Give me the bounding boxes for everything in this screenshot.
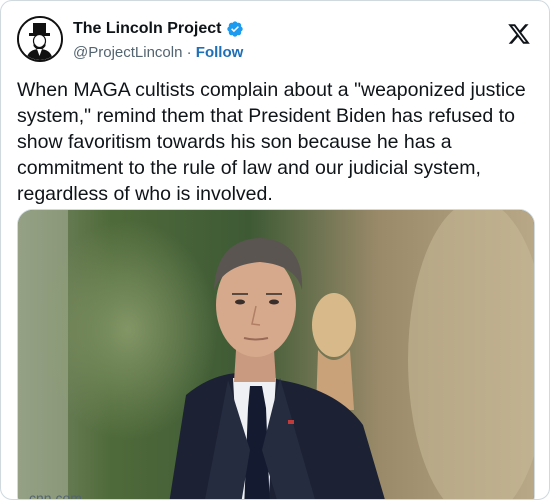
follow-button[interactable]: Follow bbox=[196, 44, 244, 61]
name-row: The Lincoln Project bbox=[73, 20, 244, 38]
verified-badge-icon bbox=[227, 21, 244, 37]
avatar[interactable] bbox=[17, 16, 63, 62]
display-name[interactable]: The Lincoln Project bbox=[73, 20, 221, 38]
tweet-media-photo[interactable] bbox=[17, 209, 535, 499]
tweet-header: The Lincoln Project @ProjectLincoln · Fo… bbox=[17, 14, 533, 62]
handle-row: @ProjectLincoln · Follow bbox=[73, 44, 243, 61]
photo-image bbox=[18, 210, 534, 499]
link-card-domain[interactable]: cnn.com bbox=[29, 490, 82, 499]
tweet-text: When MAGA cultists complain about a "wea… bbox=[17, 79, 526, 205]
handle[interactable]: @ProjectLincoln bbox=[73, 44, 182, 61]
x-logo-icon[interactable] bbox=[507, 22, 531, 46]
tweet-embed-card: The Lincoln Project @ProjectLincoln · Fo… bbox=[0, 0, 550, 500]
separator: · bbox=[186, 44, 192, 61]
avatar-lincoln-icon bbox=[19, 18, 61, 60]
